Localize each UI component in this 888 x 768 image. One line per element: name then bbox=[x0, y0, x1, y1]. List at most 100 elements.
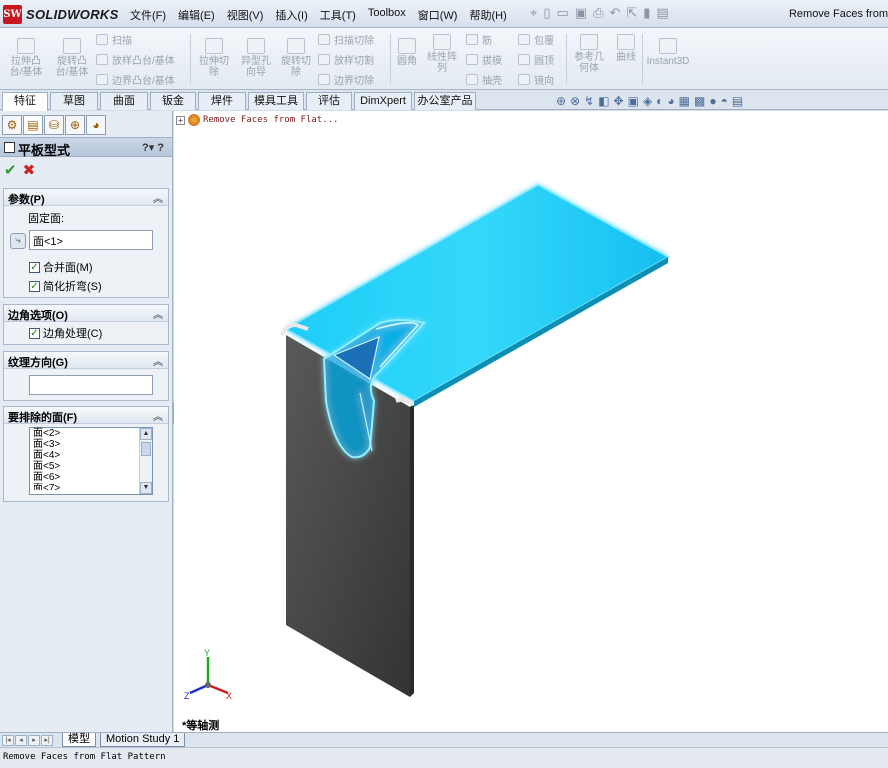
view-settings-icon[interactable]: ▩ bbox=[694, 94, 705, 108]
realview-icon[interactable]: ● bbox=[709, 94, 716, 108]
grain-direction-group-header[interactable]: 纹理方向(G) ︽ bbox=[4, 352, 168, 369]
rib-button[interactable]: 筋 bbox=[466, 32, 492, 47]
zoom-to-area-icon[interactable]: ⊗ bbox=[570, 94, 580, 108]
merge-faces-checkbox[interactable]: ✓ 合并面(M) bbox=[29, 259, 93, 275]
display-style-icon[interactable]: ◈ bbox=[643, 94, 652, 108]
next-tab-icon[interactable]: ▸ bbox=[28, 735, 40, 746]
wrap-button[interactable]: 包覆 bbox=[518, 32, 554, 47]
scroll-thumb[interactable] bbox=[141, 442, 151, 456]
boundary-cut-button[interactable]: 边界切除 bbox=[318, 72, 374, 87]
display-manager-tab-icon[interactable]: ◕ bbox=[86, 115, 106, 135]
loft-boss-button[interactable]: 放样凸台/基体 bbox=[96, 52, 175, 67]
hide-show-icon[interactable]: ◐ bbox=[656, 94, 663, 108]
print-icon[interactable]: ⎙ bbox=[593, 5, 603, 21]
edit-appearance-icon[interactable]: ◕ bbox=[667, 94, 674, 108]
list-item[interactable]: 面<7> bbox=[30, 483, 152, 490]
ok-checkmark-icon[interactable]: ✔ bbox=[4, 161, 17, 179]
list-item[interactable]: 面<3> bbox=[30, 439, 152, 450]
curves-button[interactable]: 曲线 bbox=[612, 34, 640, 63]
grain-direction-field[interactable] bbox=[29, 375, 153, 395]
faces-to-exclude-list[interactable]: 面<2> 面<3> 面<4> 面<5> 面<6> 面<7> ▲ ▼ bbox=[29, 427, 153, 495]
menu-tools[interactable]: 工具(T) bbox=[314, 6, 362, 24]
loft-cut-button[interactable]: 放样切割 bbox=[318, 52, 374, 67]
parameters-group-header[interactable]: 参数(P) ︽ bbox=[4, 189, 168, 206]
corner-options-group-header[interactable]: 边角选项(O) ︽ bbox=[4, 305, 168, 322]
save-icon[interactable]: ▣ bbox=[575, 5, 587, 21]
reference-geometry-button[interactable]: 参考几 何体 bbox=[570, 34, 608, 74]
menu-file[interactable]: 文件(F) bbox=[124, 6, 172, 24]
new-document-icon[interactable]: ▯ bbox=[543, 5, 550, 21]
section-view-icon[interactable]: ◧ bbox=[598, 94, 609, 108]
hole-wizard-button[interactable]: 异型孔 向导 bbox=[236, 38, 276, 78]
menu-help[interactable]: 帮助(H) bbox=[463, 6, 512, 24]
tab-weldments[interactable]: 焊件 bbox=[198, 92, 246, 110]
open-icon[interactable]: ▭ bbox=[556, 5, 568, 21]
collapse-chevron-icon[interactable]: ︽ bbox=[153, 353, 163, 368]
scroll-down-icon[interactable]: ▼ bbox=[140, 482, 152, 494]
collapse-chevron-icon[interactable]: ︽ bbox=[153, 408, 163, 423]
tab-sheet-metal[interactable]: 钣金 bbox=[150, 92, 196, 110]
extrude-boss-button[interactable]: 拉伸凸 台/基体 bbox=[6, 38, 46, 78]
list-item[interactable]: 面<4> bbox=[30, 450, 152, 461]
prev-tab-icon[interactable]: ◂ bbox=[15, 735, 27, 746]
sweep-cut-button[interactable]: 扫描切除 bbox=[318, 32, 374, 47]
last-tab-icon[interactable]: ▸| bbox=[41, 735, 53, 746]
pan-icon[interactable]: ✥ bbox=[614, 94, 624, 108]
instant3d-button[interactable]: Instant3D bbox=[646, 38, 690, 67]
menu-insert[interactable]: 插入(I) bbox=[269, 6, 313, 24]
help-icon[interactable]: ?▾ ? bbox=[142, 141, 164, 154]
tab-features[interactable]: 特征 bbox=[2, 92, 48, 111]
mirror-button[interactable]: 镜向 bbox=[518, 72, 554, 87]
tab-motion-study-1[interactable]: Motion Study 1 bbox=[100, 733, 186, 747]
menu-window[interactable]: 窗口(W) bbox=[412, 6, 464, 24]
extrude-cut-button[interactable]: 拉伸切 除 bbox=[196, 38, 232, 78]
linear-pattern-button[interactable]: 线性阵 列 bbox=[424, 34, 460, 74]
sweep-button[interactable]: 扫描 bbox=[96, 32, 132, 47]
first-tab-icon[interactable]: |◂ bbox=[2, 735, 14, 746]
property-manager-tab-icon[interactable]: ▤ bbox=[23, 115, 43, 135]
collapse-chevron-icon[interactable]: ︽ bbox=[153, 190, 163, 205]
menu-edit[interactable]: 编辑(E) bbox=[172, 6, 221, 24]
menu-toolbox[interactable]: Toolbox bbox=[362, 6, 412, 24]
tab-office-products[interactable]: 办公室产品 bbox=[414, 92, 476, 110]
boundary-boss-button[interactable]: 边界凸台/基体 bbox=[96, 72, 175, 87]
rebuild-icon[interactable]: ▮ bbox=[643, 5, 650, 21]
tab-dimxpert[interactable]: DimXpert bbox=[354, 92, 412, 110]
list-scrollbar[interactable]: ▲ ▼ bbox=[139, 428, 152, 494]
shadows-icon[interactable]: ◓ bbox=[721, 94, 728, 108]
tab-sketch[interactable]: 草图 bbox=[50, 92, 98, 110]
simplify-bends-checkbox[interactable]: ✓ 简化折弯(S) bbox=[29, 278, 102, 294]
pin-icon[interactable]: ⌖ bbox=[530, 5, 537, 21]
configuration-manager-tab-icon[interactable]: ⛁ bbox=[44, 115, 64, 135]
revolve-cut-button[interactable]: 旋转切 除 bbox=[278, 38, 314, 78]
dome-button[interactable]: 圆顶 bbox=[518, 52, 554, 67]
feature-manager-tab-icon[interactable]: ⚙ bbox=[2, 115, 22, 135]
tab-evaluate[interactable]: 评估 bbox=[306, 92, 352, 110]
select-icon[interactable]: ⇱ bbox=[626, 5, 637, 21]
graphics-area[interactable]: + Remove Faces from Flat... Y X Z *等轴测 bbox=[174, 111, 888, 732]
menu-view[interactable]: 视图(V) bbox=[221, 6, 270, 24]
tab-model[interactable]: 模型 bbox=[62, 733, 96, 747]
faces-to-exclude-group-header[interactable]: 要排除的面(F) ︽ bbox=[4, 407, 168, 424]
tab-mold-tools[interactable]: 模具工具 bbox=[248, 92, 304, 110]
tab-surfaces[interactable]: 曲面 bbox=[100, 92, 148, 110]
zoom-to-fit-icon[interactable]: ⊕ bbox=[556, 94, 566, 108]
draft-button[interactable]: 拔模 bbox=[466, 52, 502, 67]
file-properties-icon[interactable]: ▤ bbox=[656, 5, 668, 21]
list-item[interactable]: 面<6> bbox=[30, 472, 152, 483]
revolve-boss-button[interactable]: 旋转凸 台/基体 bbox=[52, 38, 92, 78]
apply-scene-icon[interactable]: ▦ bbox=[679, 94, 690, 108]
list-item[interactable]: 面<2> bbox=[30, 428, 152, 439]
collapse-chevron-icon[interactable]: ︽ bbox=[153, 306, 163, 321]
previous-view-icon[interactable]: ↯ bbox=[584, 94, 594, 108]
shell-button[interactable]: 抽壳 bbox=[466, 72, 502, 87]
list-item[interactable]: 面<5> bbox=[30, 461, 152, 472]
undo-icon[interactable]: ↶ bbox=[609, 5, 620, 21]
solidworks-logo[interactable]: SW SOLIDWORKS bbox=[3, 4, 121, 24]
fixed-face-field[interactable]: 面<1> bbox=[29, 230, 153, 250]
fillet-button[interactable]: 圆角 bbox=[394, 38, 420, 67]
view-orientation-icon[interactable]: ▣ bbox=[628, 94, 639, 108]
scroll-up-icon[interactable]: ▲ bbox=[140, 428, 152, 440]
dimxpert-manager-tab-icon[interactable]: ⊕ bbox=[65, 115, 85, 135]
corner-treatment-checkbox[interactable]: ✓ 边角处理(C) bbox=[29, 325, 102, 341]
